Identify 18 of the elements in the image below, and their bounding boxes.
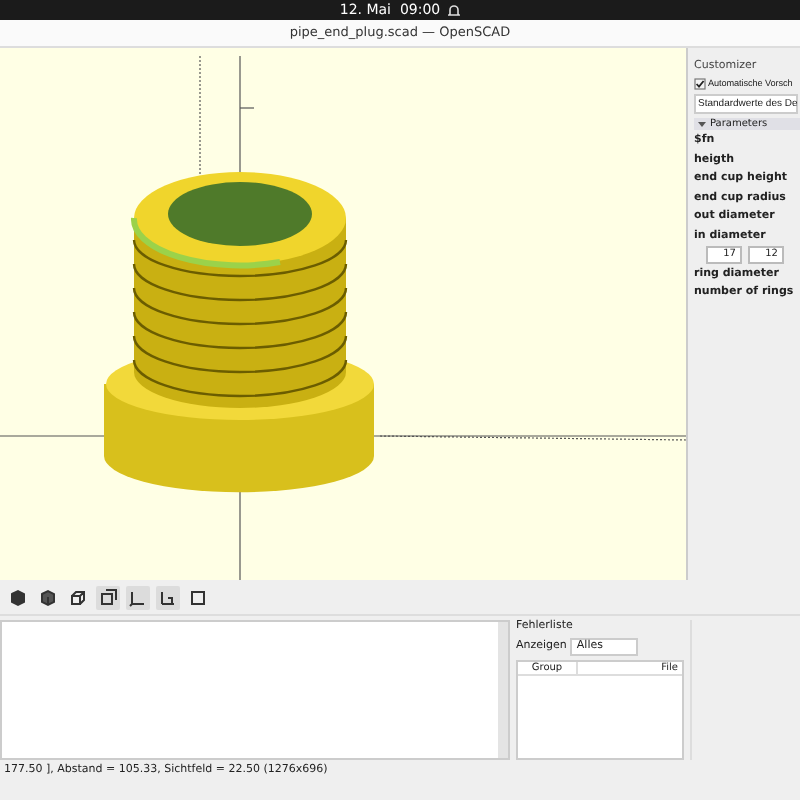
caret-icon [698,120,706,129]
cube-icon [68,587,88,607]
toolbar-button[interactable] [66,585,90,609]
cube-icon [98,587,118,607]
axes-icon [158,587,178,607]
scrollbar[interactable] [498,622,508,758]
checkbox[interactable] [694,77,706,90]
bell-icon [448,3,461,17]
toolbar-button[interactable] [126,585,150,609]
toolbar-button[interactable] [156,585,180,609]
cube-icon [38,587,58,607]
toolbar-button[interactable] [186,585,210,609]
axes-icon [128,587,148,607]
toolbar-button[interactable] [96,585,120,609]
cube-icon [8,587,28,607]
frame-icon [188,587,208,607]
toolbar-button[interactable] [6,585,30,609]
toolbar-button[interactable] [36,585,60,609]
